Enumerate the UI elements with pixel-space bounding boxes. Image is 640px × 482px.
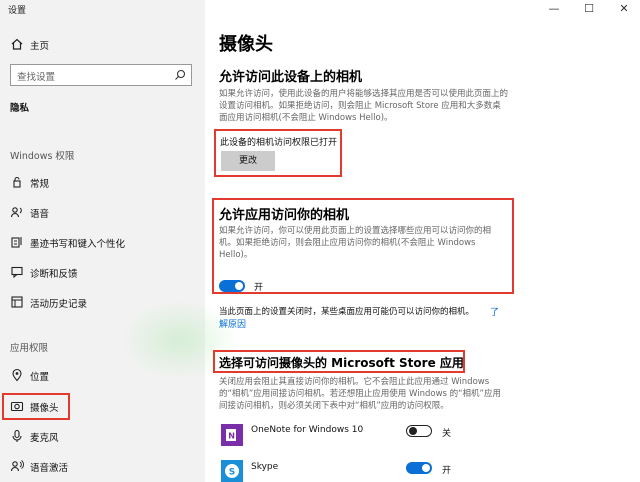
sidebar-item-speech[interactable]: 语音 bbox=[0, 202, 205, 224]
sidebar-item-diagnostics[interactable]: 诊断和反馈 bbox=[0, 262, 205, 284]
device-access-description: 如果允许访问，使用此设备的用户将能够选择其应用是否可以使用此页面上的设置访问相机… bbox=[219, 89, 509, 123]
change-button[interactable]: 更改 bbox=[221, 151, 275, 171]
sidebar-item-label: 诊断和反馈 bbox=[30, 269, 78, 280]
sidebar-item-label: 墨迹书写和键入个性化 bbox=[30, 239, 126, 250]
group-label-windows: Windows 权限 bbox=[10, 151, 75, 162]
main-content: 摄像头 允许访问此设备上的相机 如果允许访问，使用此设备的用户将能够选择其应用是… bbox=[205, 0, 640, 482]
search-placeholder: 查找设置 bbox=[17, 72, 56, 83]
app-access-toggle-label: 开 bbox=[254, 283, 264, 293]
learn-why-link-start[interactable]: 了 bbox=[490, 305, 499, 318]
sidebar-item-location[interactable]: 位置 bbox=[0, 365, 205, 387]
highlight-box-camera bbox=[2, 393, 70, 420]
sidebar-item-inking[interactable]: 墨迹书写和键入个性化 bbox=[0, 232, 205, 254]
skype-icon: S bbox=[221, 460, 243, 482]
store-apps-description: 关闭应用会阻止其直接访问你的相机。它不会阻止此应用通过 Windows 的“相机… bbox=[219, 377, 501, 411]
toggle-knob bbox=[422, 464, 430, 472]
feedback-icon bbox=[11, 266, 23, 279]
app-toggle-label: 开 bbox=[442, 466, 452, 476]
app-name: Skype bbox=[251, 462, 279, 472]
page-title: 摄像头 bbox=[219, 34, 273, 55]
activity-history-icon bbox=[11, 296, 23, 308]
onenote-icon: N bbox=[221, 424, 243, 446]
section-title-privacy: 隐私 bbox=[10, 103, 30, 114]
sidebar: 主页 查找设置 隐私 Windows 权限 常规 语音 墨迹书写和键入个性化 诊… bbox=[0, 0, 240, 482]
keyboard-pen-icon bbox=[11, 237, 22, 248]
app-access-description: 如果允许访问，你可以使用此页面上的设置选择哪些应用可以访问你的相机。如果拒绝访问… bbox=[219, 226, 492, 260]
sidebar-item-label: 语音 bbox=[30, 209, 50, 220]
sidebar-item-label: 活动历史记录 bbox=[30, 299, 88, 310]
speech-icon bbox=[10, 207, 22, 218]
app-name: OneNote for Windows 10 bbox=[251, 425, 364, 435]
svg-text:S: S bbox=[229, 468, 235, 478]
device-access-status: 此设备的相机访问权限已打开 bbox=[220, 138, 338, 148]
voice-activation-icon bbox=[10, 460, 24, 472]
app-toggle-label: 关 bbox=[442, 429, 452, 439]
sidebar-item-home[interactable]: 主页 bbox=[0, 34, 205, 56]
sidebar-item-general[interactable]: 常规 bbox=[0, 172, 205, 194]
store-apps-heading: 选择可访问摄像头的 Microsoft Store 应用 bbox=[219, 356, 464, 370]
sidebar-item-label: 语音激活 bbox=[30, 463, 69, 474]
search-input[interactable]: 查找设置 bbox=[10, 64, 192, 86]
sidebar-item-voice-activation[interactable]: 语音激活 bbox=[0, 456, 205, 478]
skype-camera-toggle[interactable] bbox=[406, 462, 432, 474]
learn-why-link[interactable]: 解原因 bbox=[219, 317, 246, 330]
app-access-heading: 允许应用访问你的相机 bbox=[219, 208, 350, 223]
svg-text:N: N bbox=[228, 432, 235, 441]
device-access-heading: 允许访问此设备上的相机 bbox=[219, 70, 363, 85]
desktop-apps-note: 当此页面上的设置关闭时，某些桌面应用可能仍可以访问你的相机。 bbox=[219, 307, 475, 317]
sidebar-item-microphone[interactable]: 麦克风 bbox=[0, 426, 205, 448]
search-icon[interactable] bbox=[174, 69, 186, 81]
lock-icon bbox=[13, 176, 21, 188]
home-icon bbox=[11, 38, 23, 50]
sidebar-item-label: 主页 bbox=[30, 41, 50, 52]
sidebar-item-activity[interactable]: 活动历史记录 bbox=[0, 292, 205, 314]
group-label-app: 应用权限 bbox=[10, 343, 49, 354]
sidebar-item-label: 麦克风 bbox=[30, 433, 59, 444]
toggle-knob bbox=[235, 282, 243, 290]
onenote-camera-toggle[interactable] bbox=[406, 425, 432, 437]
window-title: 设置 bbox=[8, 6, 27, 16]
app-access-toggle[interactable] bbox=[219, 280, 245, 292]
location-icon bbox=[12, 368, 22, 382]
sidebar-item-label: 位置 bbox=[30, 372, 50, 383]
microphone-icon bbox=[12, 429, 22, 442]
toggle-knob bbox=[409, 427, 417, 435]
sidebar-item-label: 常规 bbox=[30, 179, 50, 190]
